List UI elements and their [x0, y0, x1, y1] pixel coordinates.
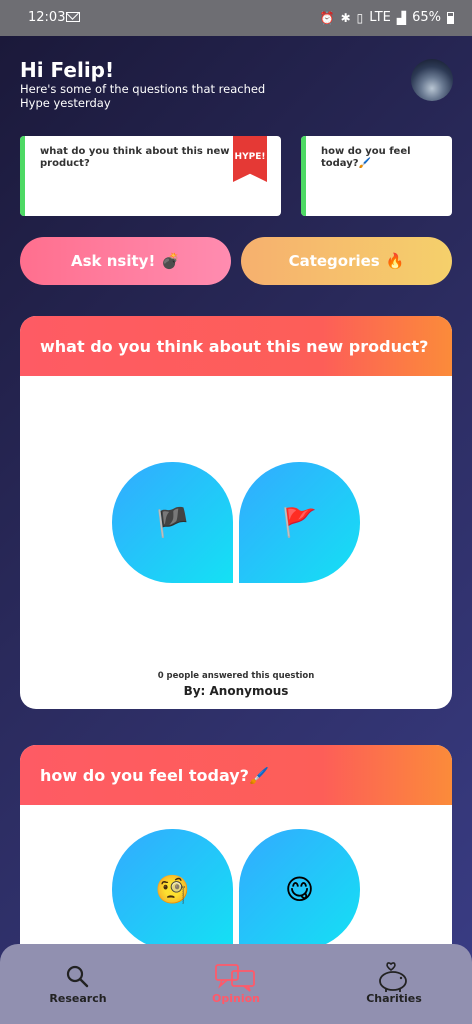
battery-percent: 65% — [412, 10, 441, 25]
answer-count: 0 people answered this question — [157, 671, 315, 681]
monocle-face-icon: 🧐 — [155, 873, 190, 906]
yum-face-icon: 😋 — [284, 873, 315, 906]
answer-options: 🏴 🚩 — [20, 462, 452, 583]
ask-button[interactable]: Ask nsity! 💣 — [20, 237, 231, 285]
network-label: LTE — [369, 10, 391, 25]
hype-card-question: how do you feel today?🖌️ — [321, 146, 411, 169]
bomb-icon: 💣 — [161, 252, 180, 270]
avatar[interactable] — [411, 59, 453, 101]
nav-research-label: Research — [49, 992, 107, 1005]
signal-icon: ▟ — [396, 10, 407, 25]
battery-icon — [447, 11, 454, 24]
nav-opinion-label: Opinion — [212, 992, 260, 1005]
question-card: what do you think about this new product… — [20, 316, 452, 709]
hype-badge: HYPE! — [233, 136, 267, 182]
nav-charities-label: Charities — [366, 992, 422, 1005]
hype-card[interactable]: how do you feel today?🖌️ — [301, 136, 452, 216]
alarm-icon: ⏰ — [319, 10, 335, 25]
hype-card-accent — [301, 136, 306, 216]
greeting-block: Hi Felip! Here's some of the questions t… — [20, 58, 270, 110]
greeting-subtitle: Here's some of the questions that reache… — [20, 82, 266, 110]
nav-charities[interactable]: Charities — [334, 962, 454, 1005]
nav-research[interactable]: Research — [18, 962, 138, 1005]
search-icon — [18, 962, 138, 992]
vibrate-icon: ▯ — [356, 10, 364, 25]
hype-card-accent — [20, 136, 25, 216]
greeting-title: Hi Felip! — [20, 58, 115, 82]
categories-button-label: Categories — [288, 252, 380, 270]
categories-button[interactable]: Categories 🔥 — [241, 237, 452, 285]
bluetooth-icon: ✱ — [340, 10, 351, 25]
answer-option-left[interactable]: 🏴 — [112, 462, 233, 583]
red-flag-icon: 🚩 — [282, 506, 317, 539]
ask-button-label: Ask nsity! — [71, 252, 156, 270]
chat-bubbles-icon — [176, 962, 296, 992]
piggy-bank-icon — [334, 962, 454, 992]
bottom-nav: Research Opinion Charities — [0, 944, 472, 1024]
question-title: how do you feel today?🖌️ — [20, 745, 452, 805]
answer-options: 🧐 😋 — [20, 829, 452, 950]
fire-icon: 🔥 — [385, 252, 405, 270]
status-time: 12:03 — [28, 10, 66, 25]
answer-option-right[interactable]: 🚩 — [239, 462, 360, 583]
black-flag-icon: 🏴 — [155, 506, 190, 539]
question-author: By: Anonymous — [183, 684, 289, 698]
nav-opinion[interactable]: Opinion — [176, 962, 296, 1005]
hype-card[interactable]: what do you think about this new product… — [20, 136, 281, 216]
mail-icon — [66, 12, 80, 22]
question-title: what do you think about this new product… — [20, 316, 452, 376]
answer-option-right[interactable]: 😋 — [239, 829, 360, 950]
status-bar: 12:03 ⏰ ✱ ▯ LTE ▟ 65% — [0, 0, 472, 36]
answer-option-left[interactable]: 🧐 — [112, 829, 233, 950]
hype-card-question: what do you think about this new product… — [40, 146, 230, 169]
